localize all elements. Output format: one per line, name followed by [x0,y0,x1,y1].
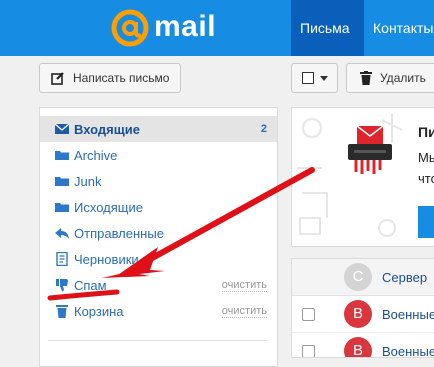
folder-outbox[interactable]: Исходящие [40,194,277,220]
unread-count: 2 [260,123,267,135]
reply-arrow-icon [55,228,69,239]
table-row[interactable]: В Военные [292,296,434,333]
folder-junk[interactable]: Junk [40,168,277,194]
folder-spam[interactable]: Спам очистить [40,272,277,298]
folder-icon [55,203,69,212]
folder-inbox[interactable]: Входящие 2 [40,116,277,142]
folder-label: Черновики [74,252,139,267]
avatar: В [344,300,372,328]
shredder-icon [348,126,392,174]
tab-contacts[interactable]: Контакты [364,0,434,56]
folder-label: Входящие [74,122,140,137]
delete-label: Удалить [380,71,426,85]
delete-button[interactable]: Удалить [346,63,434,93]
trash-icon [56,305,68,318]
avatar: C [344,263,372,291]
folder-archive[interactable]: Archive [40,142,277,168]
select-all-dropdown[interactable] [291,63,338,93]
compose-icon [51,72,64,85]
draft-document-icon [56,252,68,266]
promo-text: Мы [418,150,434,165]
folder-panel: Входящие 2 Archive Junk Исходящие Отправ… [39,107,278,367]
promo-title: Пи [418,124,434,140]
clear-trash-link[interactable]: очистить [221,306,267,318]
folder-label: Корзина [74,304,124,319]
folder-sent[interactable]: Отправленные [40,220,277,246]
logo-text: mail [154,10,217,43]
table-row[interactable]: В Военные [292,333,434,358]
header-sender[interactable]: Сервер [382,270,427,285]
at-sign-icon [111,9,149,47]
envelope-icon [55,123,69,134]
caret-down-icon [320,76,328,81]
avatar: В [344,337,372,357]
folder-icon [55,177,69,186]
folder-label: Отправленные [74,226,164,241]
top-header: mail Письма Контакты [0,0,434,56]
sender-name: Военные [382,344,434,358]
folder-icon [55,151,69,160]
promo-action-button[interactable] [418,206,434,238]
select-checkbox[interactable] [302,72,314,84]
folder-trash[interactable]: Корзина очистить [40,298,277,324]
mail-list-header: C Сервер [292,259,434,296]
clear-spam-link[interactable]: очистить [221,280,267,292]
thumbs-down-icon [56,279,68,292]
folder-label: Спам [74,278,107,293]
folder-drafts[interactable]: Черновики [40,246,277,272]
row-checkbox[interactable] [302,308,315,321]
divider [48,340,268,341]
folder-label: Junk [74,174,102,189]
promo-text: что [418,171,434,186]
row-checkbox[interactable] [302,345,315,357]
tab-letters[interactable]: Письма [291,0,364,56]
mail-list: C Сервер В Военные В Военные [291,258,434,358]
folder-label: Archive [74,148,118,163]
compose-label: Написать письмо [73,71,170,85]
trash-icon [360,71,372,85]
promo-banner: Пи Мы что [291,107,434,247]
compose-button[interactable]: Написать письмо [39,63,181,93]
folder-label: Исходящие [74,200,143,215]
sender-name: Военные [382,307,434,322]
